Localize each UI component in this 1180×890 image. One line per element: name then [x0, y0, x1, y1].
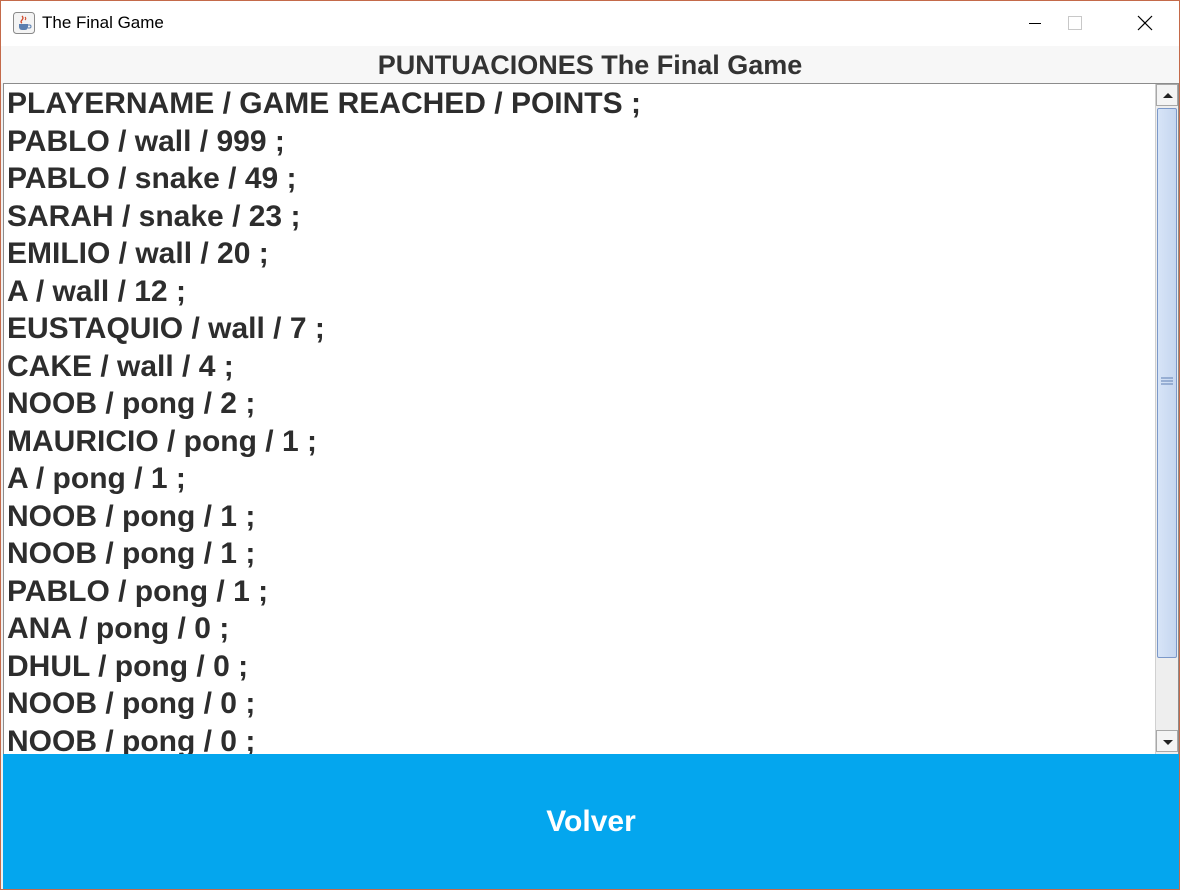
java-coffee-icon: [13, 12, 35, 34]
volver-button[interactable]: Volver: [3, 754, 1179, 889]
close-icon: [1137, 15, 1153, 31]
window-title: The Final Game: [42, 13, 164, 32]
maximize-icon: [1068, 16, 1082, 30]
score-line: PABLO / snake / 49 ;: [7, 162, 297, 195]
close-button[interactable]: [1121, 1, 1167, 46]
score-line: A / pong / 1 ;: [7, 462, 186, 495]
scroll-thumb[interactable]: [1157, 108, 1177, 658]
arrow-up-icon: [1163, 93, 1173, 98]
score-line: NOOB / pong / 1 ;: [7, 499, 256, 533]
arrow-down-icon: [1163, 740, 1173, 745]
score-line: NOOB / pong / 1 ;: [7, 537, 256, 570]
score-line: NOOB / pong / 0 ;: [7, 687, 256, 720]
scores-header-line: PLAYERNAME / GAME REACHED / POINTS ;: [7, 87, 641, 120]
title-bar[interactable]: The Final Game: [1, 1, 1179, 46]
scores-scroll-pane[interactable]: PLAYERNAME / GAME REACHED / POINTS ; PABL…: [3, 83, 1179, 755]
score-line: SARAH / snake / 23 ;: [7, 199, 301, 233]
score-line: NOOB / pong / 0 ;: [7, 724, 256, 755]
score-line: EMILIO / wall / 20 ;: [7, 237, 269, 270]
score-line: CAKE / wall / 4 ;: [7, 349, 234, 383]
score-line: MAURICIO / pong / 1 ;: [7, 424, 317, 458]
score-line: A / wall / 12 ;: [7, 274, 186, 308]
vertical-scrollbar[interactable]: [1155, 84, 1178, 754]
score-line: EUSTAQUIO / wall / 7 ;: [7, 312, 325, 345]
score-line: PABLO / wall / 999 ;: [7, 124, 285, 158]
scroll-down-button[interactable]: [1156, 730, 1178, 752]
scores-text-area[interactable]: PLAYERNAME / GAME REACHED / POINTS ; PABL…: [4, 84, 1154, 754]
app-window: The Final Game PUNTUACIONES The Final Ga…: [0, 0, 1180, 890]
grip-icon: [1161, 377, 1173, 385]
maximize-button[interactable]: [1051, 1, 1097, 46]
score-line: ANA / pong / 0 ;: [7, 612, 230, 645]
scroll-up-button[interactable]: [1156, 84, 1178, 106]
score-line: NOOB / pong / 2 ;: [7, 387, 256, 420]
score-line: DHUL / pong / 0 ;: [7, 649, 249, 683]
score-line: PABLO / pong / 1 ;: [7, 574, 269, 608]
page-title: PUNTUACIONES The Final Game: [1, 46, 1179, 83]
